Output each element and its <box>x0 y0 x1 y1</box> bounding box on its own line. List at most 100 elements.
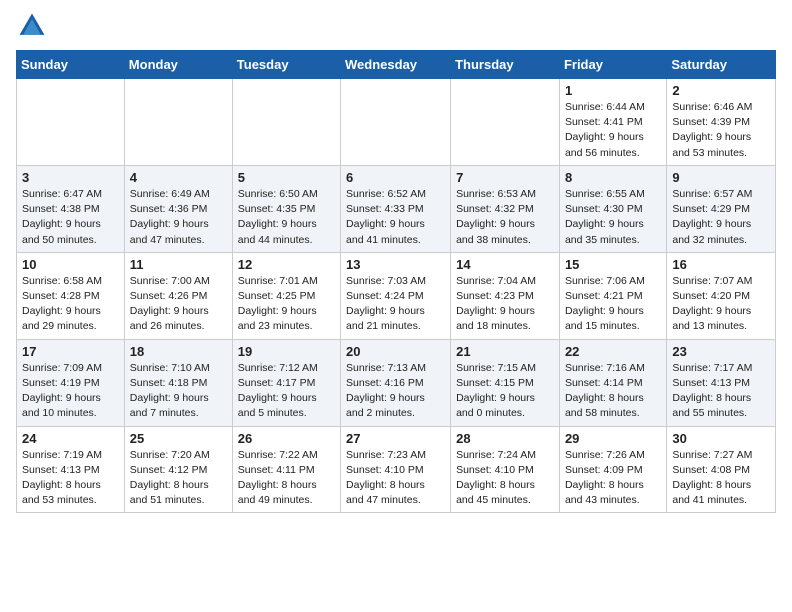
day-info: Sunrise: 7:19 AM Sunset: 4:13 PM Dayligh… <box>22 448 119 509</box>
weekday-header-saturday: Saturday <box>667 51 776 79</box>
calendar-cell: 15Sunrise: 7:06 AM Sunset: 4:21 PM Dayli… <box>559 252 666 339</box>
calendar-cell: 3 Sunrise: 6:47 AM Sunset: 4:38 PM Daylig… <box>17 165 125 252</box>
day-info: Sunrise: 6:52 AM Sunset: 4:33 PM Dayligh… <box>346 187 445 248</box>
calendar-cell: 25 Sunrise: 7:20 AM Sunset: 4:12 PM Dayli… <box>124 426 232 513</box>
day-info: Sunrise: 7:01 AM Sunset: 4:25 PM Dayligh… <box>238 274 335 335</box>
day-info: Sunrise: 7:24 AM Sunset: 4:10 PM Dayligh… <box>456 448 554 509</box>
calendar-cell <box>232 79 340 166</box>
calendar-cell: 4 Sunrise: 6:49 AM Sunset: 4:36 PM Daylig… <box>124 165 232 252</box>
day-number: 14 <box>456 257 554 272</box>
calendar-cell: 26 Sunrise: 7:22 AM Sunset: 4:11 PM Dayli… <box>232 426 340 513</box>
day-number: 9 <box>672 170 770 185</box>
weekday-header-tuesday: Tuesday <box>232 51 340 79</box>
calendar-cell: 10 Sunrise: 6:58 AM Sunset: 4:28 PM Dayli… <box>17 252 125 339</box>
calendar-cell: 5 Sunrise: 6:50 AM Sunset: 4:35 PM Daylig… <box>232 165 340 252</box>
day-number: 5 <box>238 170 335 185</box>
calendar-cell: 24 Sunrise: 7:19 AM Sunset: 4:13 PM Dayli… <box>17 426 125 513</box>
weekday-header-thursday: Thursday <box>451 51 560 79</box>
day-number: 20 <box>346 344 445 359</box>
calendar-cell: 6 Sunrise: 6:52 AM Sunset: 4:33 PM Daylig… <box>341 165 451 252</box>
day-info: Sunrise: 7:22 AM Sunset: 4:11 PM Dayligh… <box>238 448 335 509</box>
calendar-cell: 17 Sunrise: 7:09 AM Sunset: 4:19 PM Dayli… <box>17 339 125 426</box>
calendar-cell: 11 Sunrise: 7:00 AM Sunset: 4:26 PM Dayli… <box>124 252 232 339</box>
day-number: 1 <box>565 83 661 98</box>
day-number: 7 <box>456 170 554 185</box>
weekday-header-row: SundayMondayTuesdayWednesdayThursdayFrid… <box>17 51 776 79</box>
calendar-cell: 18 Sunrise: 7:10 AM Sunset: 4:18 PM Dayli… <box>124 339 232 426</box>
logo-icon <box>16 10 48 42</box>
day-info: Sunrise: 6:55 AM Sunset: 4:30 PM Dayligh… <box>565 187 661 248</box>
day-info: Sunrise: 7:00 AM Sunset: 4:26 PM Dayligh… <box>130 274 227 335</box>
calendar-cell: 16Sunrise: 7:07 AM Sunset: 4:20 PM Dayli… <box>667 252 776 339</box>
day-info: Sunrise: 7:12 AM Sunset: 4:17 PM Dayligh… <box>238 361 335 422</box>
week-row-1: 1 Sunrise: 6:44 AM Sunset: 4:41 PM Daylig… <box>17 79 776 166</box>
day-number: 27 <box>346 431 445 446</box>
day-info: Sunrise: 6:50 AM Sunset: 4:35 PM Dayligh… <box>238 187 335 248</box>
day-number: 24 <box>22 431 119 446</box>
week-row-2: 3 Sunrise: 6:47 AM Sunset: 4:38 PM Daylig… <box>17 165 776 252</box>
day-number: 6 <box>346 170 445 185</box>
calendar-cell: 2Sunrise: 6:46 AM Sunset: 4:39 PM Daylig… <box>667 79 776 166</box>
day-info: Sunrise: 6:53 AM Sunset: 4:32 PM Dayligh… <box>456 187 554 248</box>
day-info: Sunrise: 7:03 AM Sunset: 4:24 PM Dayligh… <box>346 274 445 335</box>
day-info: Sunrise: 7:17 AM Sunset: 4:13 PM Dayligh… <box>672 361 770 422</box>
calendar-cell: 22 Sunrise: 7:16 AM Sunset: 4:14 PM Dayli… <box>559 339 666 426</box>
day-info: Sunrise: 6:58 AM Sunset: 4:28 PM Dayligh… <box>22 274 119 335</box>
calendar-cell <box>17 79 125 166</box>
weekday-header-wednesday: Wednesday <box>341 51 451 79</box>
page: SundayMondayTuesdayWednesdayThursdayFrid… <box>0 0 792 529</box>
week-row-3: 10 Sunrise: 6:58 AM Sunset: 4:28 PM Dayli… <box>17 252 776 339</box>
week-row-5: 24 Sunrise: 7:19 AM Sunset: 4:13 PM Dayli… <box>17 426 776 513</box>
day-number: 17 <box>22 344 119 359</box>
weekday-header-monday: Monday <box>124 51 232 79</box>
calendar-cell <box>124 79 232 166</box>
day-number: 23 <box>672 344 770 359</box>
day-number: 3 <box>22 170 119 185</box>
day-number: 16 <box>672 257 770 272</box>
calendar-cell: 27 Sunrise: 7:23 AM Sunset: 4:10 PM Dayli… <box>341 426 451 513</box>
day-info: Sunrise: 6:57 AM Sunset: 4:29 PM Dayligh… <box>672 187 770 248</box>
day-info: Sunrise: 6:44 AM Sunset: 4:41 PM Dayligh… <box>565 100 661 161</box>
day-number: 10 <box>22 257 119 272</box>
calendar-cell: 8Sunrise: 6:55 AM Sunset: 4:30 PM Daylig… <box>559 165 666 252</box>
weekday-header-sunday: Sunday <box>17 51 125 79</box>
calendar-cell: 29 Sunrise: 7:26 AM Sunset: 4:09 PM Dayli… <box>559 426 666 513</box>
calendar-cell: 30Sunrise: 7:27 AM Sunset: 4:08 PM Dayli… <box>667 426 776 513</box>
day-number: 21 <box>456 344 554 359</box>
day-info: Sunrise: 7:27 AM Sunset: 4:08 PM Dayligh… <box>672 448 770 509</box>
day-info: Sunrise: 7:13 AM Sunset: 4:16 PM Dayligh… <box>346 361 445 422</box>
day-info: Sunrise: 6:47 AM Sunset: 4:38 PM Dayligh… <box>22 187 119 248</box>
day-info: Sunrise: 7:09 AM Sunset: 4:19 PM Dayligh… <box>22 361 119 422</box>
day-info: Sunrise: 7:15 AM Sunset: 4:15 PM Dayligh… <box>456 361 554 422</box>
day-number: 25 <box>130 431 227 446</box>
day-info: Sunrise: 7:04 AM Sunset: 4:23 PM Dayligh… <box>456 274 554 335</box>
day-number: 29 <box>565 431 661 446</box>
day-info: Sunrise: 7:26 AM Sunset: 4:09 PM Dayligh… <box>565 448 661 509</box>
calendar-cell: 13Sunrise: 7:03 AM Sunset: 4:24 PM Dayli… <box>341 252 451 339</box>
day-info: Sunrise: 7:20 AM Sunset: 4:12 PM Dayligh… <box>130 448 227 509</box>
day-number: 28 <box>456 431 554 446</box>
day-info: Sunrise: 7:23 AM Sunset: 4:10 PM Dayligh… <box>346 448 445 509</box>
day-info: Sunrise: 7:06 AM Sunset: 4:21 PM Dayligh… <box>565 274 661 335</box>
logo <box>16 10 52 42</box>
day-number: 11 <box>130 257 227 272</box>
day-info: Sunrise: 7:10 AM Sunset: 4:18 PM Dayligh… <box>130 361 227 422</box>
calendar-cell: 9 Sunrise: 6:57 AM Sunset: 4:29 PM Daylig… <box>667 165 776 252</box>
day-number: 26 <box>238 431 335 446</box>
calendar-cell: 19 Sunrise: 7:12 AM Sunset: 4:17 PM Dayli… <box>232 339 340 426</box>
day-number: 19 <box>238 344 335 359</box>
calendar-cell: 12 Sunrise: 7:01 AM Sunset: 4:25 PM Dayli… <box>232 252 340 339</box>
day-number: 12 <box>238 257 335 272</box>
calendar-cell: 28 Sunrise: 7:24 AM Sunset: 4:10 PM Dayli… <box>451 426 560 513</box>
week-row-4: 17 Sunrise: 7:09 AM Sunset: 4:19 PM Dayli… <box>17 339 776 426</box>
day-info: Sunrise: 7:16 AM Sunset: 4:14 PM Dayligh… <box>565 361 661 422</box>
day-info: Sunrise: 6:49 AM Sunset: 4:36 PM Dayligh… <box>130 187 227 248</box>
weekday-header-friday: Friday <box>559 51 666 79</box>
calendar-cell: 14 Sunrise: 7:04 AM Sunset: 4:23 PM Dayli… <box>451 252 560 339</box>
day-number: 18 <box>130 344 227 359</box>
calendar-cell: 20 Sunrise: 7:13 AM Sunset: 4:16 PM Dayli… <box>341 339 451 426</box>
day-number: 22 <box>565 344 661 359</box>
day-number: 4 <box>130 170 227 185</box>
calendar-cell <box>341 79 451 166</box>
calendar-cell: 7 Sunrise: 6:53 AM Sunset: 4:32 PM Daylig… <box>451 165 560 252</box>
